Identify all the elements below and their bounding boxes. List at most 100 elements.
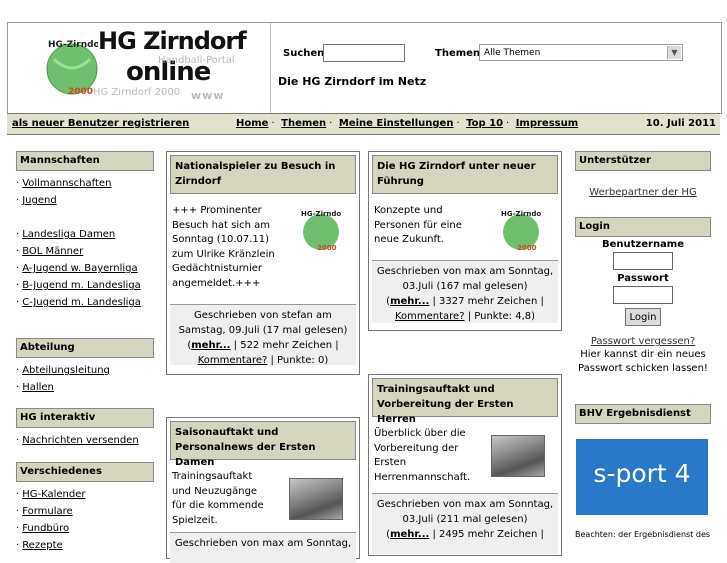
article-title[interactable]: Saisonauftakt und Personalnews der Erste… <box>170 421 356 468</box>
article-meta: Geschrieben von stefan am Samstag, 09.Ju… <box>178 310 348 336</box>
link-rezepte[interactable]: Rezepte <box>22 540 62 551</box>
nav-separator: · <box>271 118 275 129</box>
site-tagline: Die HG Zirndorf im Netz <box>278 75 427 88</box>
bullet: · <box>16 382 20 393</box>
svg-text:2000: 2000 <box>517 244 537 252</box>
more-link[interactable]: mehr... <box>390 296 429 307</box>
hg-logo-icon: HG-Zirndorf 2000 <box>501 210 541 252</box>
page-header: HG-Zirndorf 2000 HG Zirndorf online Hand… <box>7 22 722 114</box>
site-logo[interactable]: HG-Zirndorf 2000 HG Zirndorf online Hand… <box>8 23 271 113</box>
nav-themen[interactable]: Themen <box>281 118 326 129</box>
list-item: · A-Jugend w. Bayernliga <box>16 260 154 277</box>
logo-title: HG Zirndorf <box>98 27 247 55</box>
list-item: · Formulare <box>16 503 154 520</box>
themen-selected-value: Alle Themen <box>484 48 541 58</box>
bhv-box: BHV Ergebnisdienst <box>575 404 711 424</box>
mannschaften-box: Mannschaften · Vollmannschaften · Jugend ·… <box>16 151 154 311</box>
bullet: · <box>16 540 20 551</box>
search-label: Suchen <box>283 48 325 59</box>
article-footer: Geschrieben von max am Sonntag, <box>170 532 356 563</box>
link-fundbuero[interactable]: Fundbüro <box>22 523 69 534</box>
article-comments-line: Kommentare? | Punkte: 4,8) <box>372 309 558 324</box>
link-jugend[interactable]: Jugend <box>22 195 56 206</box>
list-spacer <box>16 209 154 226</box>
list-item: · Landesliga Damen <box>16 226 154 243</box>
password-field[interactable] <box>613 286 673 304</box>
bullet: · <box>16 178 20 189</box>
article-chars: | 522 mehr Zeichen | <box>230 340 339 351</box>
article-title[interactable]: Nationalspieler zu Besuch in Zirndorf <box>170 155 356 194</box>
link-hallen[interactable]: Hallen <box>22 382 54 393</box>
comments-link[interactable]: Kommentare? <box>395 311 465 322</box>
article-teaser: Trainingsauftakt und Neuzugänge für die … <box>172 471 264 526</box>
nav-settings[interactable]: Meine Einstellungen <box>339 118 454 129</box>
link-bol-maenner[interactable]: BOL Männer <box>22 246 83 257</box>
article-teaser: Überblick über die Vorbereitung der Erst… <box>374 428 471 483</box>
list-item: · Jugend <box>16 192 154 209</box>
login-heading: Login <box>575 217 711 237</box>
logo-www-text: www <box>191 89 225 102</box>
bullet: · <box>16 435 20 446</box>
themen-select[interactable]: Alle Themen ▼ <box>479 44 683 61</box>
username-label: Benutzername <box>601 239 685 250</box>
link-b-jugend[interactable]: B-Jugend m. Landesliga <box>22 280 141 291</box>
bullet: · <box>16 523 20 534</box>
more-link[interactable]: mehr... <box>191 340 230 351</box>
svg-text:2000: 2000 <box>317 244 337 252</box>
bullet: · <box>16 263 20 274</box>
list-item: · Abteilungsleitung <box>16 362 154 379</box>
logo-portal-text: Handball-Portal <box>158 55 235 66</box>
chevron-down-icon[interactable]: ▼ <box>667 46 681 59</box>
themen-label: Themen <box>435 48 481 59</box>
more-link[interactable]: mehr... <box>390 529 429 540</box>
link-a-jugend[interactable]: A-Jugend w. Bayernliga <box>22 263 137 274</box>
abteilung-box: Abteilung · Abteilungsleitung · Hallen <box>16 338 154 396</box>
team-photo <box>289 478 343 520</box>
list-item: · Nachrichten versenden <box>16 432 154 449</box>
article-points: | Punkte: 4,8) <box>464 311 536 322</box>
list-item: · Rezepte <box>16 537 154 554</box>
link-kalender[interactable]: HG-Kalender <box>22 489 85 500</box>
article-links: (mehr... | 522 mehr Zeichen | <box>187 340 339 351</box>
password-label: Passwort <box>617 273 669 284</box>
bullet: · <box>16 297 20 308</box>
nav-separator: · <box>329 118 333 129</box>
hg-logo-icon: HG-Zirndorf 2000 <box>301 210 341 252</box>
nav-separator: · <box>506 118 510 129</box>
werbepartner-link[interactable]: Werbepartner der HG <box>589 187 696 198</box>
link-vollmannschaften[interactable]: Vollmannschaften <box>22 178 111 189</box>
link-landesliga-damen[interactable]: Landesliga Damen <box>22 229 115 240</box>
current-date: 10. Juli 2011 <box>645 118 716 129</box>
link-formulare[interactable]: Formulare <box>22 506 72 517</box>
bhv-heading: BHV Ergebnisdienst <box>575 404 711 424</box>
comments-link[interactable]: Kommentare? <box>198 355 268 366</box>
list-item: · HG-Kalender <box>16 486 154 503</box>
nav-impressum[interactable]: Impressum <box>516 118 578 129</box>
list-item: · BOL Männer <box>16 243 154 260</box>
list-item: · B-Jugend m. Landesliga <box>16 277 154 294</box>
username-field[interactable] <box>613 252 673 270</box>
nav-home[interactable]: Home <box>236 118 268 129</box>
nav-top10[interactable]: Top 10 <box>466 118 503 129</box>
bullet: · <box>16 195 20 206</box>
article-chars: | 3327 mehr Zeichen | <box>429 296 544 307</box>
link-c-jugend[interactable]: C-Jugend m. Landesliga <box>22 297 141 308</box>
login-button[interactable]: Login <box>625 308 661 326</box>
article-card: Die HG Zirndorf unter neuer Führung Konz… <box>368 151 562 331</box>
article-points: | Punkte: 0) <box>267 355 329 366</box>
article-meta: Geschrieben von max am Sonntag, 03.Juli … <box>376 266 554 292</box>
register-link[interactable]: als neuer Benutzer registrieren <box>12 118 189 129</box>
bullet: · <box>16 506 20 517</box>
interaktiv-box: HG interaktiv · Nachrichten versenden <box>16 408 154 449</box>
link-abteilungsleitung[interactable]: Abteilungsleitung <box>22 365 110 376</box>
search-input[interactable] <box>323 44 405 62</box>
bullet: · <box>16 489 20 500</box>
sport4-banner[interactable]: s-port 4 <box>576 439 708 515</box>
bullet: · <box>16 280 20 291</box>
article-card: Nationalspieler zu Besuch in Zirndorf ++… <box>166 151 360 375</box>
logo-hgz-text: HG Zirndorf 2000 <box>93 87 181 98</box>
article-title[interactable]: Die HG Zirndorf unter neuer Führung <box>372 155 558 194</box>
article-title[interactable]: Trainingsauftakt und Vorbereitung der Er… <box>372 378 558 425</box>
forgot-password-link[interactable]: Passwort vergessen? <box>591 336 695 347</box>
link-nachrichten[interactable]: Nachrichten versenden <box>22 435 138 446</box>
